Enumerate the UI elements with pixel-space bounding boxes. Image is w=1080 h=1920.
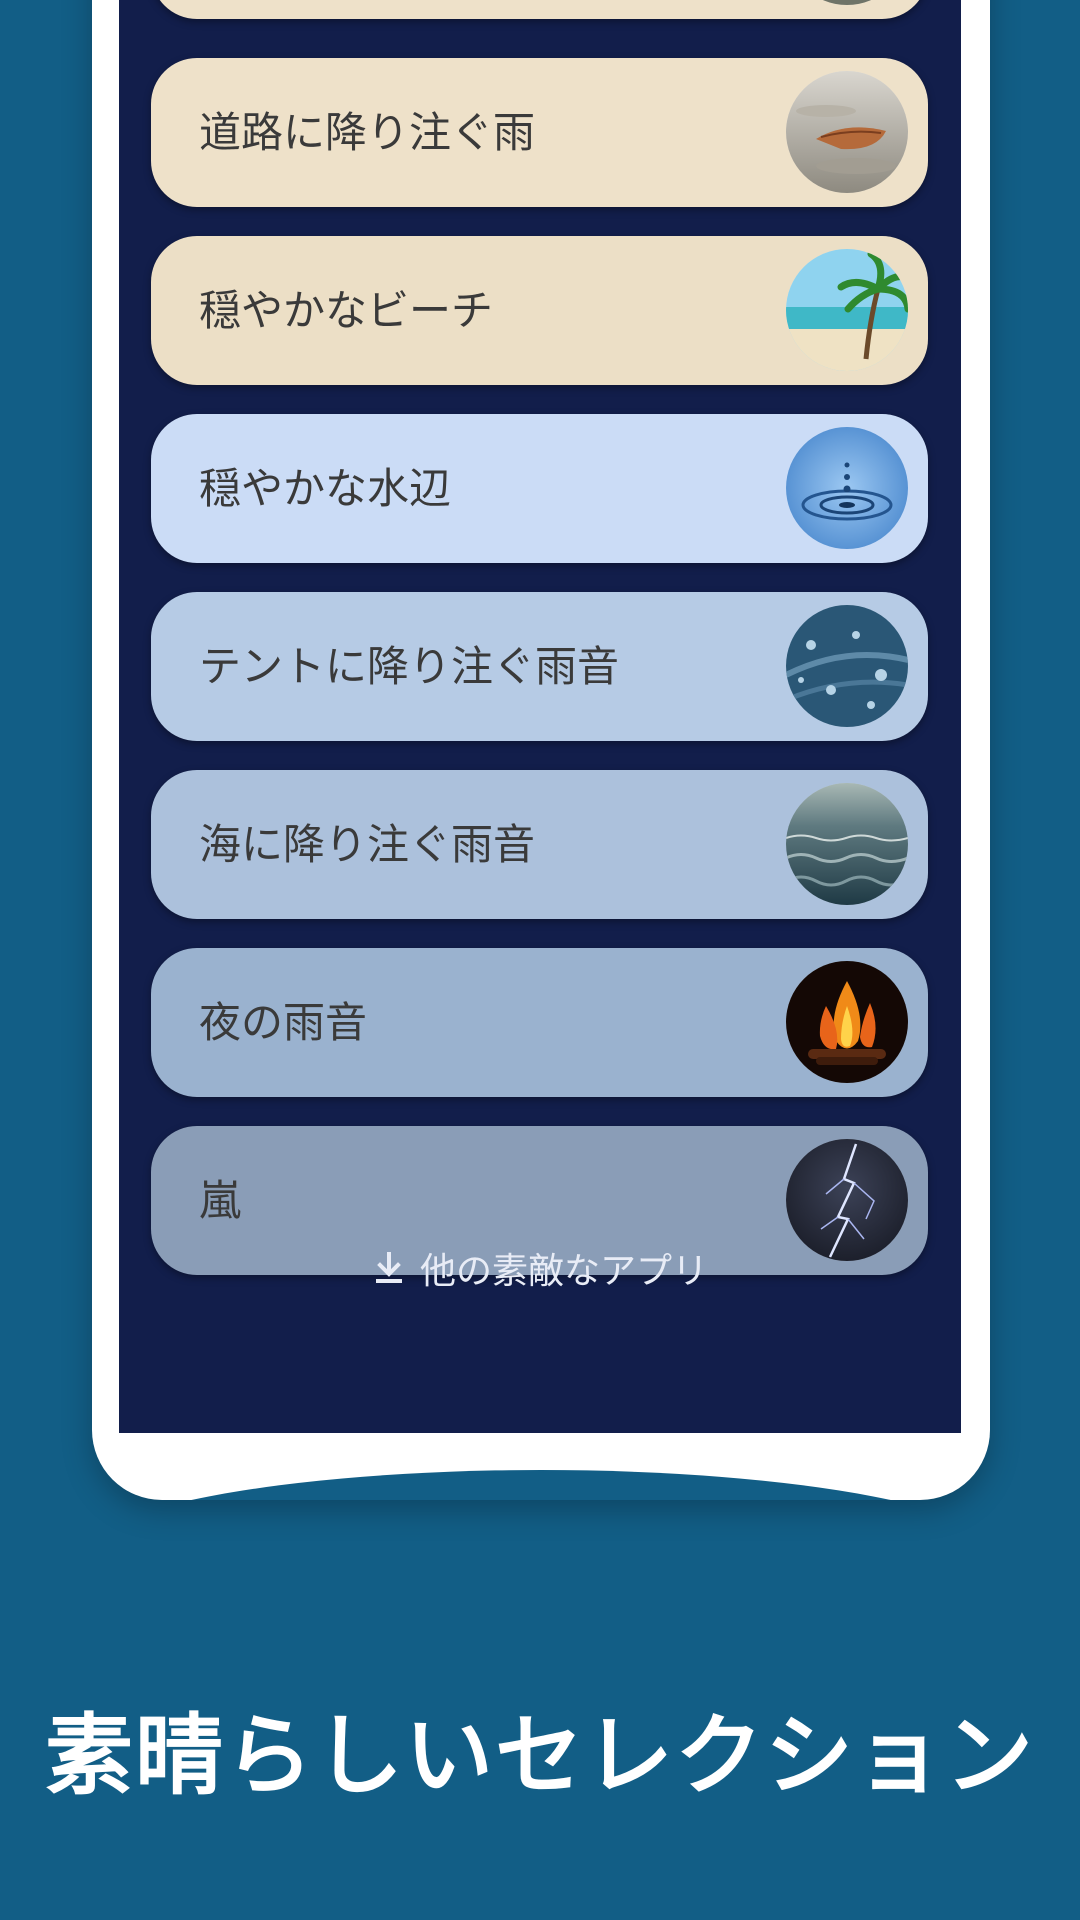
app-screen: 道路に降り注ぐ雨 穏やかなビーチ 穏やかな水辺 テントに降り注ぐ雨音 海に降り注… xyxy=(119,0,961,1433)
sound-item-label: 道路に降り注ぐ雨 xyxy=(199,108,536,157)
sound-item-label: テントに降り注ぐ雨音 xyxy=(199,642,620,691)
tropical-beach-thumbnail xyxy=(786,249,908,371)
sound-item[interactable]: 穏やかなビーチ xyxy=(151,236,928,385)
puddle-leaf-thumbnail xyxy=(786,71,908,193)
phone-frame: 道路に降り注ぐ雨 穏やかなビーチ 穏やかな水辺 テントに降り注ぐ雨音 海に降り注… xyxy=(92,0,990,1500)
sound-item[interactable] xyxy=(151,0,928,19)
sound-item-label: 穏やかな水辺 xyxy=(199,464,452,513)
campfire-thumbnail xyxy=(786,961,908,1083)
sound-item[interactable]: 海に降り注ぐ雨音 xyxy=(151,770,928,919)
sound-item[interactable]: 道路に降り注ぐ雨 xyxy=(151,58,928,207)
sound-item-label: 夜の雨音 xyxy=(199,998,368,1047)
sound-item-label: 海に降り注ぐ雨音 xyxy=(199,820,536,869)
promo-headline: 素晴らしいセレクション xyxy=(44,1704,1035,1807)
sound-item[interactable]: 夜の雨音 xyxy=(151,948,928,1097)
more-apps-button[interactable]: 他の素敵なアプリ xyxy=(119,1243,961,1293)
tent-raindrops-thumbnail xyxy=(786,605,908,727)
water-drop-thumbnail xyxy=(786,427,908,549)
rocks-thumbnail xyxy=(786,0,908,5)
sound-item[interactable]: テントに降り注ぐ雨音 xyxy=(151,592,928,741)
ocean-waves-thumbnail xyxy=(786,783,908,905)
sound-item[interactable]: 穏やかな水辺 xyxy=(151,414,928,563)
sound-item-label: 穏やかなビーチ xyxy=(199,286,494,335)
download-icon xyxy=(372,1251,406,1285)
more-apps-label: 他の素敵なアプリ xyxy=(419,1251,708,1292)
